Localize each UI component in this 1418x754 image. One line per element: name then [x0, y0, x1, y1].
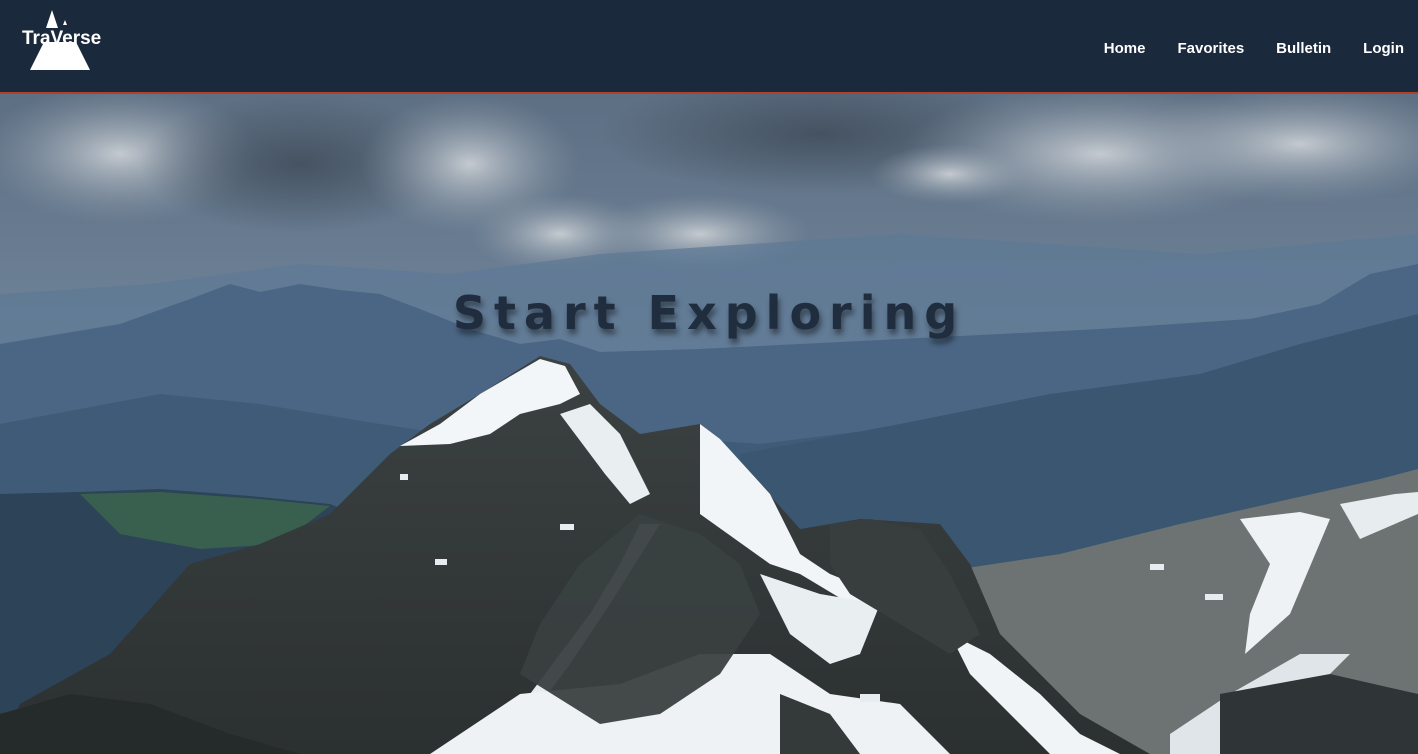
hero-title: Start Exploring — [452, 286, 966, 340]
brand-logo[interactable]: TraVerse — [20, 8, 102, 72]
brand-name: TraVerse — [22, 28, 102, 49]
nav-login-link[interactable]: Login — [1363, 40, 1404, 57]
nav-home-link[interactable]: Home — [1104, 40, 1146, 57]
nav-favorites-link[interactable]: Favorites — [1177, 40, 1244, 57]
hero-banner: Start Exploring — [0, 94, 1418, 754]
top-navbar: TraVerse Home Favorites Bulletin Login — [0, 0, 1418, 94]
main-nav: Home Favorites Bulletin Login — [1104, 40, 1404, 57]
snowy-mountain-peak-image — [0, 94, 1418, 754]
nav-bulletin-link[interactable]: Bulletin — [1276, 40, 1331, 57]
